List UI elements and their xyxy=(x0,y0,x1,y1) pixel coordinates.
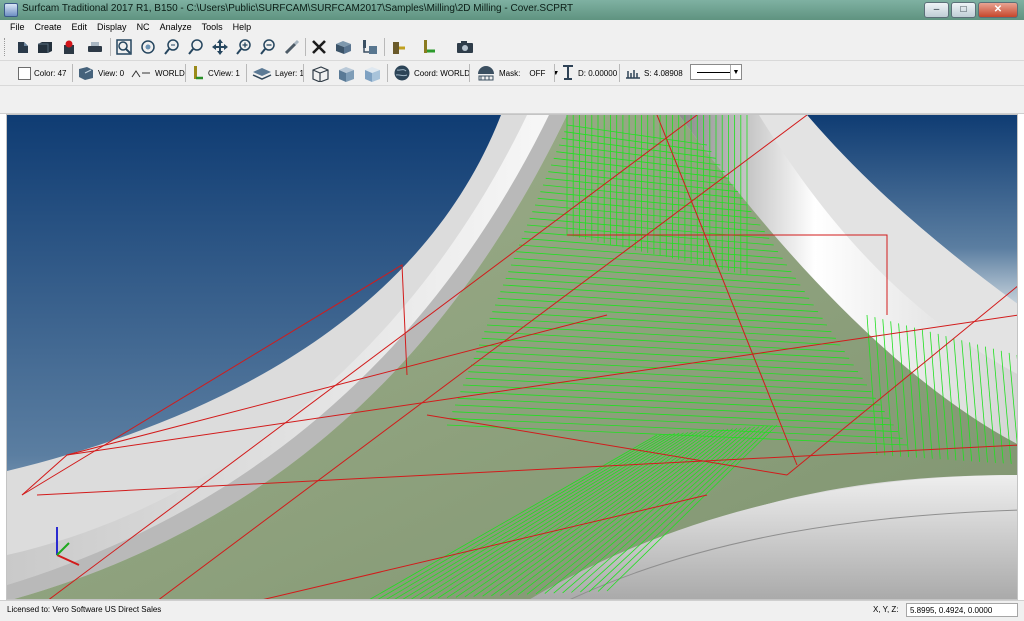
color-swatch xyxy=(18,66,31,80)
pan-icon[interactable] xyxy=(211,38,229,56)
save-icon[interactable] xyxy=(36,38,54,56)
color-label: Color: 47 xyxy=(34,68,67,78)
menu-display[interactable]: Display xyxy=(97,20,127,34)
toolbar-spacer xyxy=(0,86,1024,114)
minimize-button[interactable]: – xyxy=(924,2,949,18)
view-reference-setting[interactable]: WORLD xyxy=(130,65,185,81)
graphics-viewport[interactable] xyxy=(6,114,1018,600)
menu-analyze[interactable]: Analyze xyxy=(160,20,192,34)
layer-label: Layer: 1 xyxy=(275,68,304,78)
close-button[interactable]: ✕ xyxy=(978,2,1018,18)
zoom-in-icon[interactable] xyxy=(235,38,253,56)
menu-create[interactable]: Create xyxy=(35,20,62,34)
zoom-out-icon[interactable] xyxy=(259,38,277,56)
camera-icon[interactable] xyxy=(455,38,473,56)
record-icon[interactable] xyxy=(60,38,78,56)
menu-file[interactable]: File xyxy=(10,20,25,34)
zoom-fit-icon[interactable] xyxy=(115,38,133,56)
step-setting[interactable]: S: 4.08908 xyxy=(625,65,683,81)
axes-icon xyxy=(131,70,150,78)
layer-setting[interactable]: Layer: 1 xyxy=(252,65,304,81)
app-icon xyxy=(4,3,18,17)
render-view-button[interactable] xyxy=(362,65,382,82)
rendered-cube-icon xyxy=(365,67,380,82)
delete-icon[interactable] xyxy=(310,38,328,56)
depth-label: D: 0.00000 xyxy=(578,68,618,78)
view-reference-label: WORLD xyxy=(155,68,185,78)
settings-toolbar: Color: 47 View: 0 WORLD CView: 1 Layer: … xyxy=(0,61,1024,86)
depth-setting[interactable]: D: 0.00000 xyxy=(561,65,617,81)
step-label: S: 4.08908 xyxy=(644,68,683,78)
open-icon[interactable] xyxy=(14,38,32,56)
zoom-previous-icon[interactable] xyxy=(163,38,181,56)
wireframe-cube-icon xyxy=(312,66,329,82)
cview-setting-icon xyxy=(194,66,203,80)
cview-setting[interactable]: CView: 1 xyxy=(191,65,240,81)
view-setting-icon xyxy=(79,67,93,80)
line-style-preview xyxy=(697,72,731,73)
cview-icon[interactable] xyxy=(420,38,438,56)
status-bar: Licensed to: Vero Software US Direct Sal… xyxy=(0,600,1024,621)
cursor-coordinates: 5.8995, 0.4924, 0.0000 xyxy=(906,603,1018,617)
mask-icon xyxy=(478,66,494,81)
mask-value: OFF xyxy=(529,68,546,78)
main-toolbar xyxy=(0,34,1024,61)
menu-edit[interactable]: Edit xyxy=(72,20,88,34)
title-bar: Surfcam Traditional 2017 R1, B150 - C:\U… xyxy=(0,0,1024,21)
mask-label: Mask: xyxy=(499,68,521,78)
layer-icon xyxy=(252,68,272,80)
toolbar-grip[interactable] xyxy=(4,38,8,56)
coord-setting[interactable]: Coord: WORLD xyxy=(393,65,470,81)
license-text: Licensed to: Vero Software US Direct Sal… xyxy=(7,605,162,614)
blank-icon[interactable] xyxy=(334,38,352,56)
view-icon[interactable] xyxy=(390,38,408,56)
maximize-button[interactable]: □ xyxy=(951,2,976,18)
xyz-label: X, Y, Z: xyxy=(873,605,899,614)
menu-bar: File Create Edit Display NC Analyze Tool… xyxy=(0,20,1024,34)
zoom-icon[interactable] xyxy=(187,38,205,56)
wireframe-view-button[interactable] xyxy=(310,65,330,82)
toolpath-line xyxy=(1016,355,1017,360)
print-icon[interactable] xyxy=(86,38,104,56)
window-title: Surfcam Traditional 2017 R1, B150 - C:\U… xyxy=(22,3,574,14)
line-style-dropdown[interactable]: ▼ xyxy=(690,64,742,80)
coord-label: Coord: WORLD xyxy=(414,68,471,78)
menu-help[interactable]: Help xyxy=(233,20,252,34)
view-setting[interactable]: View: 0 xyxy=(77,65,124,81)
menu-nc[interactable]: NC xyxy=(137,20,150,34)
cview-label: CView: 1 xyxy=(208,68,240,78)
mask-setting[interactable]: Mask: OFF ▼ xyxy=(476,65,559,81)
repaint-icon[interactable] xyxy=(283,38,301,56)
depth-icon xyxy=(563,65,573,80)
zoom-window-icon[interactable] xyxy=(139,38,157,56)
line-style-chevron-icon: ▼ xyxy=(730,65,741,79)
unblank-icon[interactable] xyxy=(360,38,378,56)
color-setting[interactable]: Color: 47 xyxy=(18,65,66,81)
shaded-view-button[interactable] xyxy=(336,65,356,82)
menu-tools[interactable]: Tools xyxy=(202,20,223,34)
view-label: View: 0 xyxy=(98,68,125,78)
shaded-cube-icon xyxy=(339,67,354,82)
step-icon xyxy=(626,70,640,79)
globe-icon xyxy=(394,65,410,81)
